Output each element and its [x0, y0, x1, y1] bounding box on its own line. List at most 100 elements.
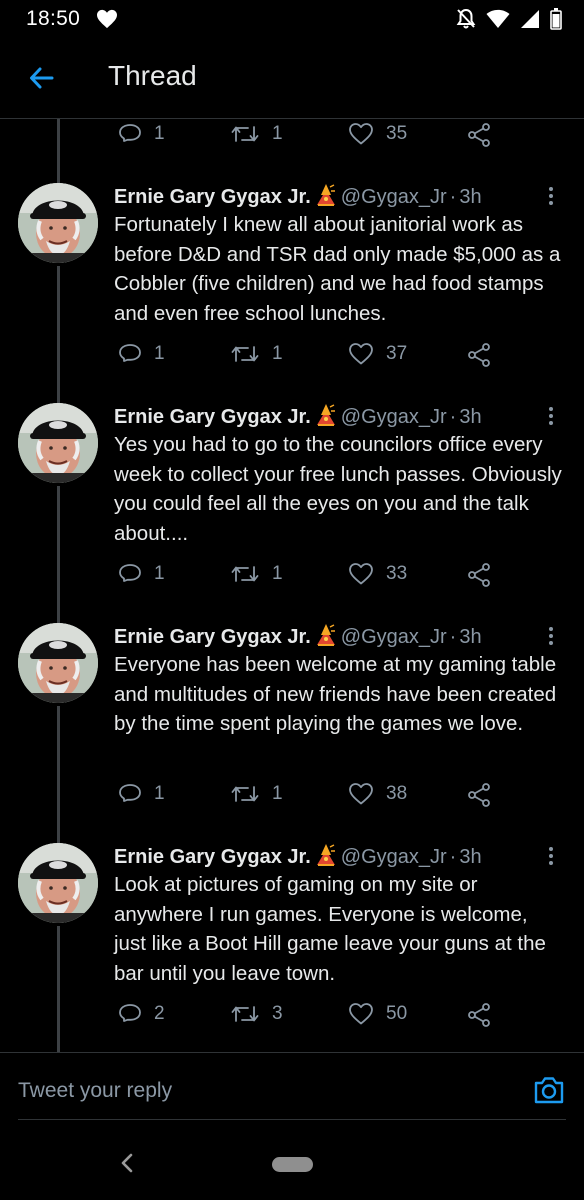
signal-icon [520, 9, 540, 34]
share-button[interactable] [466, 782, 492, 808]
share-button[interactable] [466, 122, 492, 148]
like-count: 38 [386, 783, 408, 804]
handle[interactable]: @Gygax_Jr [341, 626, 447, 648]
app-header: Thread [0, 38, 584, 119]
like-button[interactable]: 37 [348, 342, 407, 366]
reply-button[interactable]: 1 [118, 782, 165, 806]
avatar[interactable] [18, 843, 98, 923]
share-icon [466, 782, 492, 808]
handle[interactable]: @Gygax_Jr [341, 406, 447, 428]
like-count: 35 [386, 123, 408, 144]
retweet-icon [230, 562, 260, 586]
retweet-count: 3 [272, 1003, 283, 1024]
like-button[interactable]: 35 [348, 122, 407, 146]
avatar[interactable] [18, 183, 98, 263]
more-options-icon[interactable] [546, 407, 556, 429]
share-icon [466, 342, 492, 368]
status-time: 18:50 [26, 7, 81, 30]
retweet-button[interactable]: 1 [230, 782, 283, 806]
share-button[interactable] [466, 342, 492, 368]
retweet-icon [230, 782, 260, 806]
reply-count: 1 [154, 343, 165, 364]
separator: · [449, 406, 457, 428]
retweet-count: 1 [272, 343, 283, 364]
mute-bell-icon [456, 8, 476, 35]
retweet-icon [230, 122, 260, 146]
reply-icon [118, 342, 142, 366]
retweet-button[interactable]: 3 [230, 1002, 283, 1026]
retweet-count: 1 [272, 563, 283, 584]
nav-back-chevron-icon[interactable] [118, 1152, 138, 1179]
reply-count: 1 [154, 123, 165, 144]
retweet-count: 1 [272, 123, 283, 144]
handle[interactable]: @Gygax_Jr [341, 846, 447, 868]
like-count: 50 [386, 1003, 408, 1024]
display-name[interactable]: Ernie Gary Gygax Jr. [114, 846, 311, 868]
thread-connector [57, 706, 60, 844]
timestamp[interactable]: 3h [459, 406, 481, 428]
like-button[interactable]: 33 [348, 562, 407, 586]
thread-connector [57, 119, 60, 183]
reply-count: 2 [154, 1003, 165, 1024]
share-icon [466, 562, 492, 588]
battery-icon [550, 8, 562, 35]
handle[interactable]: @Gygax_Jr [341, 186, 447, 208]
share-button[interactable] [466, 1002, 492, 1028]
like-button[interactable]: 50 [348, 1002, 407, 1026]
avatar[interactable] [18, 403, 98, 483]
tweet-text: Everyone has been welcome at my gaming t… [114, 653, 557, 735]
timestamp[interactable]: 3h [459, 846, 481, 868]
status-bar: 18:50 [0, 0, 584, 38]
camera-icon[interactable] [533, 1075, 565, 1110]
tweet-actions: 2 3 50 [114, 1002, 514, 1032]
heart-icon [96, 9, 118, 34]
reply-icon [118, 782, 142, 806]
heart-outline-icon [348, 1002, 374, 1026]
retweet-icon [230, 342, 260, 366]
more-options-icon[interactable] [546, 627, 556, 649]
display-name[interactable]: Ernie Gary Gygax Jr. [114, 406, 311, 428]
timestamp[interactable]: 3h [459, 626, 481, 648]
tweet-text: Look at pictures of gaming on my site or… [114, 873, 546, 985]
reply-count: 1 [154, 563, 165, 584]
like-count: 33 [386, 563, 408, 584]
reply-button[interactable]: 1 [118, 562, 165, 586]
heart-outline-icon [348, 782, 374, 806]
back-arrow-icon[interactable] [28, 64, 56, 92]
like-count: 37 [386, 343, 408, 364]
reply-icon [118, 1002, 142, 1026]
retweet-button[interactable]: 1 [230, 342, 283, 366]
thread-connector [57, 926, 60, 1052]
reply-icon [118, 562, 142, 586]
divider [18, 1119, 566, 1120]
share-button[interactable] [466, 562, 492, 588]
heart-outline-icon [348, 122, 374, 146]
timestamp[interactable]: 3h [459, 186, 481, 208]
retweet-icon [230, 1002, 260, 1026]
display-name[interactable]: Ernie Gary Gygax Jr. [114, 626, 311, 648]
tweet-actions: 1 1 37 [114, 342, 514, 372]
retweet-button[interactable]: 1 [230, 122, 283, 146]
reply-button[interactable]: 2 [118, 1002, 165, 1026]
tweet-text: Yes you had to go to the councilors offi… [114, 433, 562, 545]
tweet-actions: 1 1 33 [114, 562, 514, 592]
thread-connector [57, 266, 60, 404]
reply-button[interactable]: 1 [118, 122, 165, 146]
reply-button[interactable]: 1 [118, 342, 165, 366]
wifi-icon [486, 9, 510, 34]
nav-home-pill[interactable] [272, 1157, 313, 1172]
like-button[interactable]: 38 [348, 782, 407, 806]
separator: · [449, 186, 457, 208]
avatar[interactable] [18, 623, 98, 703]
reply-composer: Tweet your reply [0, 1052, 584, 1123]
system-nav-bar [0, 1128, 584, 1200]
separator: · [449, 626, 457, 648]
reply-input[interactable]: Tweet your reply [18, 1079, 172, 1103]
retweet-button[interactable]: 1 [230, 562, 283, 586]
more-options-icon[interactable] [546, 187, 556, 209]
display-name[interactable]: Ernie Gary Gygax Jr. [114, 186, 311, 208]
heart-outline-icon [348, 562, 374, 586]
more-options-icon[interactable] [546, 847, 556, 869]
separator: · [449, 846, 457, 868]
tweet-actions: 1 1 38 [114, 782, 514, 812]
